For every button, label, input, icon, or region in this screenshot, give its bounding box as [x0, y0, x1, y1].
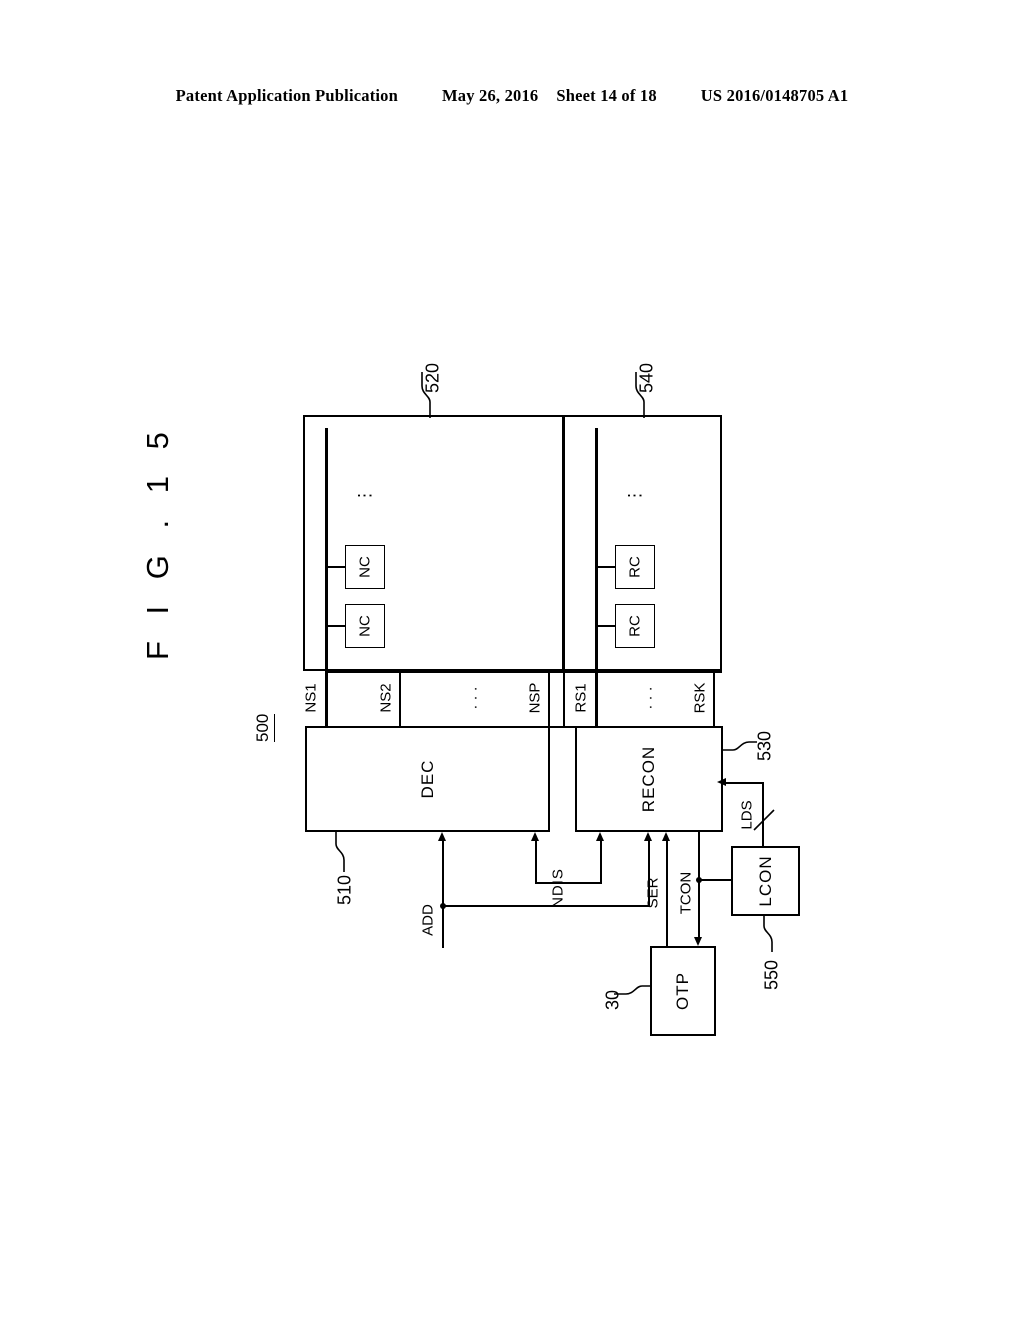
redundancy-cell-rc-2-label: RC	[626, 556, 644, 578]
add-signal-line	[442, 841, 444, 948]
tcon-arrow-into-otp	[694, 937, 702, 946]
signal-label-rsk: RSK	[691, 682, 709, 714]
redundancy-cell-rc-1-label: RC	[626, 615, 644, 637]
figure-page: Patent Application Publication May 26, 2…	[0, 0, 1024, 1320]
redundancy-cell-ellipsis: ⋮	[625, 484, 644, 504]
page-header: Patent Application Publication May 26, 2…	[0, 86, 1024, 106]
header-date: May 26, 2016	[442, 86, 539, 105]
lds-bus-slash-icon	[753, 809, 775, 831]
header-sheet: Sheet 14 of 18	[556, 86, 657, 105]
lds-signal-horizontal	[724, 782, 763, 784]
ndis-line-bottom	[535, 882, 602, 884]
ndis-line-left	[535, 841, 537, 883]
ser-signal-line	[666, 841, 668, 946]
ref-540-label: 540	[636, 362, 657, 394]
select-channel-divider	[563, 671, 565, 727]
add-arrow-into-reconfigurer	[644, 832, 652, 841]
otp-label: OTP	[673, 972, 692, 1010]
header-docnum: US 2016/0148705 A1	[700, 86, 849, 105]
normal-cell-array-block	[303, 415, 564, 671]
normal-cell-nc-2-label: NC	[356, 556, 374, 578]
header-publication: Patent Application Publication	[175, 86, 399, 105]
ndis-arrow-into-decoder	[531, 832, 539, 841]
ref-510-label: 510	[334, 874, 355, 906]
tcon-branch-to-lcon	[698, 879, 731, 881]
normal-cell-nc-2-wire	[326, 566, 346, 568]
ndis-signal-label: NDIS	[549, 868, 567, 908]
signal-line-rsk	[713, 671, 715, 727]
signal-line-ns2	[399, 671, 401, 727]
link-controller-label: LCON	[756, 855, 775, 907]
redundancy-cell-rc-2-wire	[596, 566, 616, 568]
ref-30-label: 30	[602, 989, 623, 1011]
ref-520-label: 520	[422, 362, 443, 394]
tcon-signal-line	[698, 832, 700, 937]
redundancy-cell-rc-1-wire	[596, 625, 616, 627]
signal-line-ns1	[325, 671, 328, 727]
signal-label-ns2: NS2	[377, 683, 395, 713]
ndis-arrow-from-reconfigurer	[596, 832, 604, 841]
signal-line-rs1	[595, 671, 598, 727]
device-reference-500: 500	[253, 713, 275, 742]
tcon-signal-label: TCON	[677, 871, 695, 915]
select-channel-top	[325, 671, 722, 673]
ndis-line-right	[600, 841, 602, 883]
ref-530-leader	[723, 741, 757, 751]
normal-cell-nc-1-wire	[326, 625, 346, 627]
decoder-label: DEC	[418, 759, 437, 799]
signal-line-nsp	[548, 671, 550, 727]
signal-label-nsp: NSP	[526, 682, 544, 714]
add-arrow-into-decoder	[438, 832, 446, 841]
ref-550-leader	[763, 916, 773, 952]
figure-title: F I G . 1 5	[140, 423, 175, 660]
normal-cell-ellipsis: ⋮	[355, 484, 374, 504]
normal-cell-nc-1-label: NC	[356, 615, 374, 637]
signal-label-ns1: NS1	[302, 683, 320, 713]
lds-arrow-into-reconfigurer	[717, 778, 726, 786]
normal-select-ellipsis: · · ·	[466, 686, 484, 710]
normal-array-bitline	[325, 428, 328, 671]
ref-550-label: 550	[761, 959, 782, 991]
add-signal-label: ADD	[419, 904, 437, 936]
ser-arrow-into-reconfigurer	[662, 832, 670, 841]
ser-signal-label: SER	[644, 877, 662, 909]
ref-510-leader	[335, 832, 345, 872]
redundancy-array-bitline	[595, 428, 598, 671]
add-branch-horizontal	[442, 905, 649, 907]
ref-530-label: 530	[754, 730, 775, 762]
redundancy-select-ellipsis: · · ·	[641, 686, 659, 710]
signal-label-rs1: RS1	[572, 683, 590, 713]
reconfigurer-label: RECON	[639, 745, 658, 813]
